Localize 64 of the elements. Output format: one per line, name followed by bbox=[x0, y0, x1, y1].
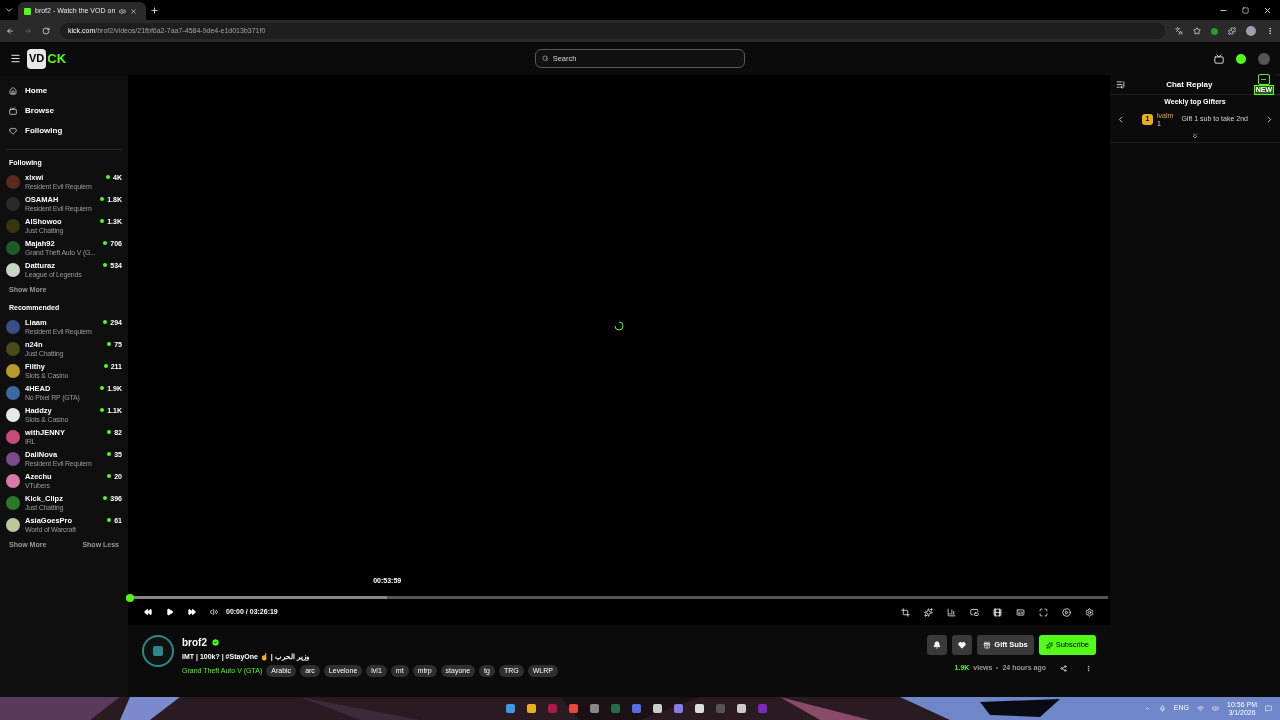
logo-text[interactable]: CK bbox=[47, 48, 67, 69]
nav-item[interactable]: Browse bbox=[0, 101, 128, 121]
maximize-icon[interactable] bbox=[1242, 6, 1249, 14]
reload-icon[interactable] bbox=[42, 27, 50, 35]
close-icon[interactable] bbox=[130, 7, 138, 15]
channel-avatar[interactable] bbox=[142, 635, 174, 667]
crop-icon[interactable] bbox=[901, 607, 910, 617]
search-icon bbox=[542, 55, 549, 62]
settings-icon[interactable] bbox=[1085, 607, 1094, 617]
collapse-chat-icon[interactable] bbox=[1116, 80, 1125, 89]
speaker-icon bbox=[119, 7, 127, 15]
heart-icon bbox=[958, 641, 967, 649]
chart-icon[interactable] bbox=[947, 607, 956, 617]
tab-list-icon[interactable] bbox=[4, 5, 14, 15]
bell-icon bbox=[933, 641, 942, 649]
nav-item[interactable]: Following bbox=[0, 121, 128, 141]
rewind-icon[interactable] bbox=[144, 608, 152, 616]
playhead-handle[interactable] bbox=[126, 593, 134, 602]
follow-button[interactable] bbox=[952, 635, 973, 655]
taskbar-app-icon[interactable] bbox=[695, 704, 705, 713]
loading-spinner-icon bbox=[614, 320, 624, 331]
back-icon[interactable] bbox=[6, 27, 14, 35]
browse-icon bbox=[9, 107, 17, 115]
taskbar-app-icon[interactable] bbox=[653, 704, 663, 713]
taskbar-app-icon[interactable] bbox=[527, 704, 537, 713]
expand-icon[interactable] bbox=[1191, 131, 1199, 140]
logo-badge[interactable]: VD bbox=[27, 48, 47, 69]
new-tab-icon[interactable] bbox=[150, 5, 159, 15]
play-circle-icon[interactable] bbox=[1062, 607, 1071, 617]
nav-item[interactable]: Home bbox=[0, 81, 128, 101]
kick-coin-icon[interactable] bbox=[1236, 53, 1246, 64]
taskbar-app-icon[interactable] bbox=[737, 704, 747, 713]
bookmark-icon[interactable] bbox=[1193, 27, 1201, 35]
channel-name[interactable]: brof2 bbox=[182, 635, 207, 650]
volume-icon[interactable] bbox=[210, 608, 218, 616]
translate-icon[interactable] bbox=[1175, 27, 1183, 35]
menu-icon[interactable] bbox=[10, 53, 21, 64]
fast-forward-icon[interactable] bbox=[188, 608, 196, 616]
avatar-logo-icon bbox=[153, 646, 163, 656]
gift-icon bbox=[983, 641, 992, 649]
user-avatar[interactable] bbox=[1258, 52, 1270, 65]
picture-in-picture-icon[interactable] bbox=[970, 607, 979, 617]
site-favicon-icon bbox=[24, 7, 31, 15]
extensions-icon[interactable] bbox=[1228, 27, 1236, 35]
previous-icon[interactable] bbox=[1116, 115, 1125, 124]
notify-button[interactable] bbox=[927, 635, 948, 655]
home-icon bbox=[9, 87, 17, 95]
fullscreen-icon[interactable] bbox=[1039, 607, 1048, 617]
taskbar-app-icon[interactable] bbox=[506, 704, 516, 713]
tv-icon[interactable] bbox=[1214, 53, 1224, 64]
share-icon[interactable] bbox=[1060, 664, 1067, 672]
theater-icon[interactable] bbox=[1016, 607, 1025, 617]
next-icon[interactable] bbox=[1265, 115, 1274, 124]
play-icon[interactable] bbox=[166, 608, 174, 616]
close-window-icon[interactable] bbox=[1263, 5, 1272, 15]
chat-title: Chat Replay bbox=[1165, 78, 1214, 91]
sparkle-icon[interactable] bbox=[924, 607, 933, 617]
extension-icon[interactable] bbox=[1211, 27, 1218, 35]
menu-icon[interactable] bbox=[1266, 27, 1274, 35]
profile-avatar[interactable] bbox=[1246, 26, 1256, 36]
taskbar-app-icon[interactable] bbox=[590, 704, 600, 713]
heart-icon bbox=[9, 127, 17, 135]
film-icon[interactable] bbox=[993, 607, 1002, 617]
sparkle-icon bbox=[1045, 641, 1053, 649]
